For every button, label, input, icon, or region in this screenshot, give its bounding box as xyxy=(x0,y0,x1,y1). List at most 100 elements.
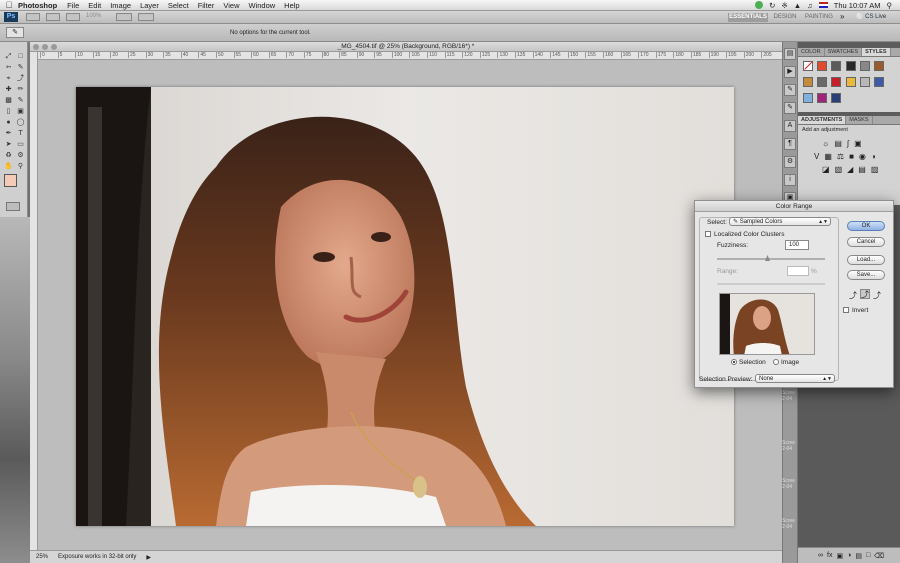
foreground-color-swatch[interactable] xyxy=(4,174,17,187)
pen-tool-icon[interactable]: ✒ xyxy=(4,129,13,138)
tool-preset-icon[interactable]: ⚙ xyxy=(784,156,796,168)
desktop-file-2[interactable]: Scree 2-04 xyxy=(782,440,812,452)
levels-icon[interactable]: ▤ xyxy=(834,139,842,148)
style-swatch-9[interactable] xyxy=(845,77,856,87)
menu-help[interactable]: Help xyxy=(284,1,299,10)
path-select-tool-icon[interactable]: ➤ xyxy=(4,140,13,149)
tab-styles[interactable]: STYLES xyxy=(862,48,891,56)
selective-color-icon[interactable]: ▨ xyxy=(871,165,879,174)
quick-select-tool-icon[interactable]: ✎ xyxy=(16,63,25,72)
invert-adjust-icon[interactable]: ◪ xyxy=(822,165,830,174)
desktop-file-4[interactable]: Scree 2-04 xyxy=(782,518,812,530)
style-swatch-2[interactable] xyxy=(831,61,842,71)
threshold-icon[interactable]: ◢ xyxy=(847,165,853,174)
image-radio[interactable]: Image xyxy=(773,359,799,366)
menu-filter[interactable]: Filter xyxy=(198,1,215,10)
photo-filter-icon[interactable]: ◉ xyxy=(859,152,866,161)
tab-color[interactable]: COLOR xyxy=(798,48,825,56)
marquee-tool-icon[interactable]: □ xyxy=(16,52,25,61)
zoom-level[interactable]: 100% xyxy=(86,13,108,21)
hand-tool-icon[interactable]: ✋ xyxy=(4,162,13,171)
fuzziness-slider-track[interactable] xyxy=(717,258,825,260)
app-menu[interactable]: Photoshop xyxy=(18,1,57,10)
tab-masks[interactable]: MASKS xyxy=(846,116,873,124)
quick-mask-button[interactable] xyxy=(6,202,20,211)
3d-orbit-tool-icon[interactable]: ⚙ xyxy=(16,151,25,160)
color-balance-icon[interactable]: ⚖ xyxy=(837,152,844,161)
history-icon[interactable]: ▤ xyxy=(784,48,796,60)
style-none-swatch[interactable] xyxy=(803,61,813,71)
minibridge-button[interactable] xyxy=(46,13,60,21)
style-swatch-4[interactable] xyxy=(859,61,870,71)
style-swatch-11[interactable] xyxy=(874,77,885,87)
tab-adjustments[interactable]: ADJUSTMENTS xyxy=(798,116,847,124)
sync-icon[interactable]: ↻ xyxy=(769,1,775,10)
menu-window[interactable]: Window xyxy=(248,1,275,10)
vibrance-icon[interactable]: V xyxy=(814,152,819,161)
exposure-icon[interactable]: ▣ xyxy=(854,139,862,148)
flag-icon[interactable] xyxy=(818,2,828,8)
lasso-tool-icon[interactable]: ➳ xyxy=(4,63,13,72)
new-layer-icon[interactable]: □ xyxy=(866,552,870,559)
trash-icon[interactable]: ⌫ xyxy=(874,552,884,560)
range-slider-track[interactable] xyxy=(717,283,825,285)
fx-icon[interactable]: fx xyxy=(827,552,832,559)
load-button[interactable]: Load... xyxy=(847,255,885,265)
cancel-button[interactable]: Cancel xyxy=(847,237,885,247)
style-swatch-10[interactable] xyxy=(859,77,870,87)
status-check-icon[interactable] xyxy=(755,1,764,9)
shape-tool-icon[interactable]: ▭ xyxy=(16,140,25,149)
clone-source-icon[interactable]: ✎ xyxy=(784,102,796,114)
horizontal-ruler[interactable]: 0 5 10 15 20 25 30 35 40 45 50 55 60 65 70 75 80 85 90 95 10… xyxy=(38,52,782,60)
spotlight-icon[interactable]: ⚲ xyxy=(887,1,893,10)
style-swatch-1[interactable] xyxy=(817,61,828,71)
selection-preview-dropdown[interactable]: None ▲▼ xyxy=(755,374,835,383)
style-swatch-5[interactable] xyxy=(874,61,885,71)
add-to-sample-button[interactable]: ⤴ xyxy=(860,289,870,299)
cs-live-button[interactable]: ⚪ CS Live xyxy=(856,13,886,20)
adjustment-layer-icon[interactable]: ◑ xyxy=(847,552,851,559)
zoom-tool-icon[interactable]: ⚲ xyxy=(16,162,25,171)
menu-file[interactable]: File xyxy=(67,1,79,10)
localized-clusters-checkbox[interactable]: Localized Color Clusters xyxy=(705,231,784,238)
type-tool-icon[interactable]: T xyxy=(16,129,25,138)
status-zoom[interactable]: 25% xyxy=(36,554,48,560)
clock[interactable]: Thu 10:07 AM xyxy=(834,1,881,10)
menu-edit[interactable]: Edit xyxy=(88,1,101,10)
menu-image[interactable]: Image xyxy=(110,1,131,10)
actions-icon[interactable]: ▶ xyxy=(784,66,796,78)
mask-icon[interactable]: ▣ xyxy=(836,552,843,560)
workspace-design[interactable]: DESIGN xyxy=(770,13,800,22)
gradient-tool-icon[interactable]: ▣ xyxy=(16,107,25,116)
fuzziness-input[interactable]: 100 xyxy=(785,240,809,250)
hue-saturation-icon[interactable]: ▦ xyxy=(824,152,832,161)
document-window-titlebar[interactable]: _MG_4504.tif @ 25% (Background, RGB/16*)… xyxy=(30,42,782,52)
character-icon[interactable]: A xyxy=(784,120,796,132)
style-swatch-6[interactable] xyxy=(803,77,813,87)
eyedropper-tool-icon[interactable]: ⤴ xyxy=(16,74,25,83)
minimize-document-icon[interactable] xyxy=(42,44,48,50)
bridge-button[interactable] xyxy=(26,13,40,21)
select-dropdown[interactable]: ✎ Sampled Colors ▲▼ xyxy=(729,217,831,226)
more-workspaces-icon[interactable]: » xyxy=(840,12,844,21)
dialog-title[interactable]: Color Range xyxy=(695,201,893,212)
brightness-icon[interactable]: ☼ xyxy=(822,139,829,148)
brush-preset-icon[interactable]: ✎ xyxy=(784,84,796,96)
status-arrow-icon[interactable]: ▶ xyxy=(146,554,151,561)
volume-icon[interactable]: ♫ xyxy=(807,1,813,10)
selection-radio[interactable]: Selection xyxy=(731,359,766,366)
3d-rotate-tool-icon[interactable]: ♻ xyxy=(4,151,13,160)
blur-tool-icon[interactable]: ● xyxy=(4,118,13,127)
link-icon[interactable]: ∞ xyxy=(818,552,823,559)
style-swatch-12[interactable] xyxy=(803,93,813,103)
curves-icon[interactable]: ∫ xyxy=(847,139,849,148)
info-icon[interactable]: i xyxy=(784,174,796,186)
eyedropper-tool-button[interactable]: ⤴ xyxy=(849,290,857,301)
history-brush-icon[interactable]: ✎ xyxy=(16,96,25,105)
apple-icon[interactable]:  xyxy=(0,0,18,10)
stamp-tool-icon[interactable]: ▩ xyxy=(4,96,13,105)
dodge-tool-icon[interactable]: ◯ xyxy=(16,118,25,127)
workspace-painting[interactable]: PAINTING xyxy=(802,13,836,22)
save-button[interactable]: Save... xyxy=(847,270,885,280)
eraser-tool-icon[interactable]: ▯ xyxy=(4,107,13,116)
